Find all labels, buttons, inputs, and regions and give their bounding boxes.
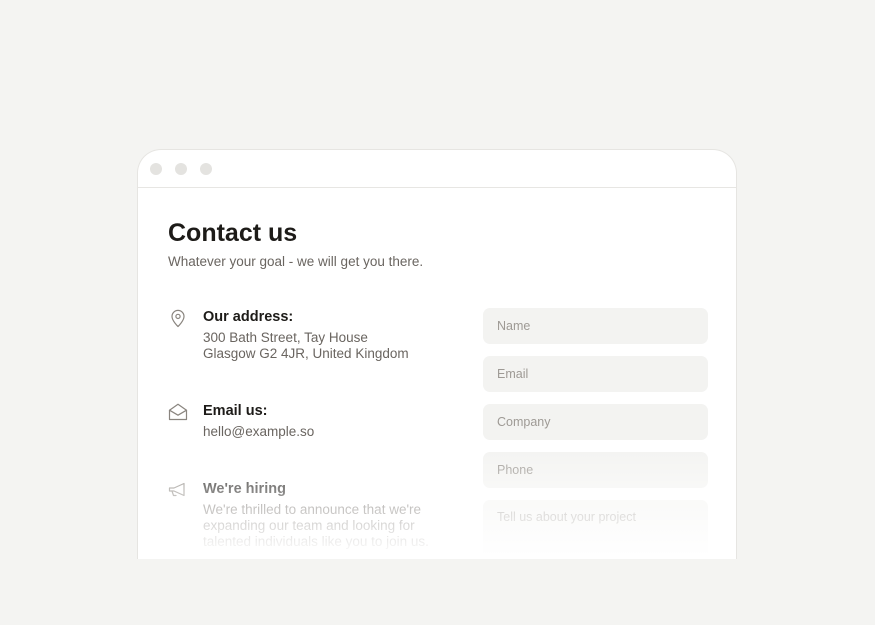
map-pin-icon [168,308,188,328]
page-title: Contact us [168,219,298,247]
name-field[interactable] [483,308,708,344]
phone-field[interactable] [483,452,708,488]
window-control-dot[interactable] [175,163,187,175]
address-heading: Our address: [203,309,294,325]
envelope-open-icon [168,402,188,422]
address-line: 300 Bath Street, Tay House [203,330,368,345]
address-line: Glasgow G2 4JR, United Kingdom [203,346,409,361]
megaphone-icon [168,480,188,500]
email-heading: Email us: [203,403,268,419]
browser-window: Contact us Whatever your goal - we will … [137,149,737,625]
email-field[interactable] [483,356,708,392]
page-background-strip [0,559,875,625]
page-subtitle: Whatever your goal - we will get you the… [168,254,424,269]
hiring-text-line: talented individuals like you to join us… [203,534,429,549]
window-control-dot[interactable] [150,163,162,175]
window-control-dot[interactable] [200,163,212,175]
address-block: Our address: 300 Bath Street, Tay House … [168,308,458,368]
email-block: Email us: hello@example.so [168,402,458,442]
email-link[interactable]: hello@example.so [203,424,314,440]
hiring-block: We're hiring We're thrilled to announce … [168,480,458,560]
company-field[interactable] [483,404,708,440]
hiring-heading: We're hiring [203,481,286,497]
hiring-text-line: expanding our team and looking for [203,518,415,533]
hiring-text-line: We're thrilled to announce that we're [203,502,422,517]
window-titlebar [138,150,736,188]
